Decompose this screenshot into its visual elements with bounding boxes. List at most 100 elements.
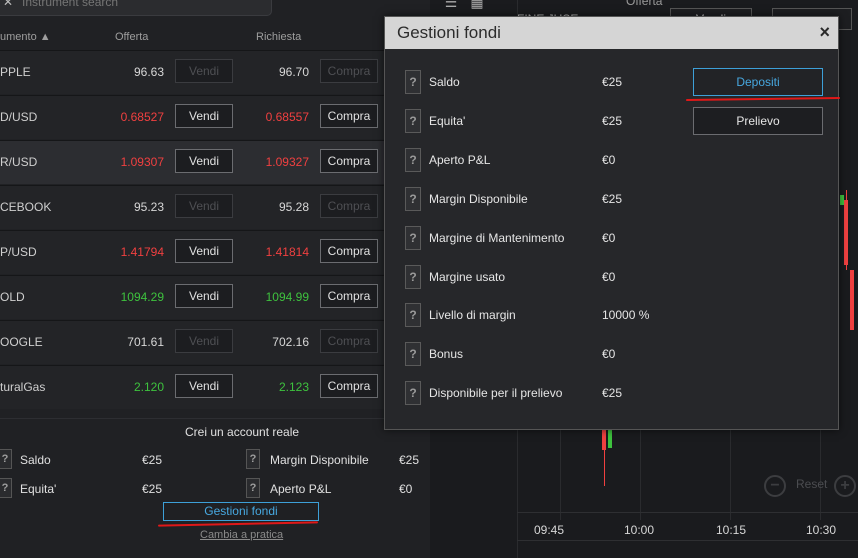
fund-value: €25 [602,75,623,89]
help-icon[interactable]: ? [405,108,421,133]
help-icon[interactable]: ? [405,186,421,211]
dialog-header: Gestioni fondi × [385,17,838,49]
instrument-row[interactable]: PPLE 96.63 Vendi 96.70 Compra [0,50,385,94]
annotation-underline [157,521,319,527]
instrument-row[interactable]: OOGLE 701.61 Vendi 702.16 Compra [0,320,385,364]
instrument-row[interactable]: turalGas 2.120 Vendi 2.123 Compra [0,365,385,409]
dialog-title: Gestioni fondi [397,23,501,42]
grid-view-icon[interactable]: ▦ [466,0,488,12]
sell-button[interactable]: Vendi [175,329,233,353]
fund-row: ? Aperto P&L €0 [405,147,735,172]
buy-button[interactable]: Compra [320,374,378,398]
ask-price: 1094.99 [265,290,309,304]
help-icon[interactable]: ? [405,342,421,367]
sell-button[interactable]: Vendi [175,374,233,398]
instrument-row[interactable]: P/USD 1.41794 Vendi 1.41814 Compra [0,230,385,274]
buy-button[interactable]: Compra [320,149,378,173]
fund-label: Margine usato [429,269,506,284]
funds-dialog: Gestioni fondi × ? Saldo €25? Equita' €25? Ap… [384,16,839,430]
fund-value: €0 [602,347,616,362]
fund-label: Margin Disponibile [429,191,528,206]
gestioni-fondi-button[interactable]: Gestioni fondi [163,502,319,521]
fund-label: Equita' [429,113,466,128]
sell-button[interactable]: Vendi [175,194,233,218]
bid-price: 0.68527 [120,110,164,124]
help-icon[interactable]: ? [405,70,421,94]
sell-button[interactable]: Vendi [175,284,233,308]
fund-row: ? Margine usato €0 [405,264,735,289]
fund-label: Bonus [429,347,464,362]
ask-price: 95.28 [278,200,309,214]
col-request: Richiesta [256,31,302,43]
sell-button[interactable]: Vendi [175,149,233,173]
list-view-icon[interactable]: ☰ [440,0,462,12]
fund-label: Livello di margin [429,308,516,323]
buy-button[interactable]: Compra [320,239,378,263]
col-instrument[interactable]: umento ▲ [0,31,51,43]
sell-button[interactable]: Vendi [175,239,233,263]
instrument-row[interactable]: R/USD 1.09307 Vendi 1.09327 Compra [0,140,385,184]
sell-button[interactable]: Vendi [175,59,233,83]
bid-price: 1.09307 [120,155,164,169]
equita-value: €25 [142,482,163,496]
help-icon[interactable]: ? [246,449,260,469]
help-icon[interactable]: ? [405,225,421,250]
withdraw-button[interactable]: Prelievo [693,107,823,135]
margin-value: €25 [399,453,420,467]
switch-to-practice-link[interactable]: Cambia a pratica [200,529,283,541]
fund-value: €25 [602,191,623,206]
candle [602,430,606,450]
ask-price: 2.123 [278,380,309,394]
help-icon[interactable]: ? [405,264,421,289]
fund-row: ? Disponibile per il prelievo €25 [405,381,735,406]
fund-row: ? Bonus €0 [405,342,735,367]
fund-row: ? Livello di margin 10000 % [405,303,735,328]
deposit-button[interactable]: Depositi [693,68,823,96]
ask-price: 1.41814 [265,245,309,259]
x-tick: 10:00 [624,523,655,537]
help-icon[interactable]: ? [405,147,421,172]
instrument-row[interactable]: OLD 1094.29 Vendi 1094.99 Compra [0,275,385,319]
x-tick: 09:45 [534,523,565,537]
zoom-out-icon[interactable]: − [764,475,786,497]
candle [850,270,854,330]
zoom-in-icon[interactable]: + [834,475,856,497]
help-icon[interactable]: ? [0,449,12,469]
ask-price: 702.16 [272,335,309,349]
fund-value: €0 [602,269,616,284]
buy-button[interactable]: Compra [320,59,378,83]
equita-label: Equita' [20,482,57,496]
chart-top-label: Offerta [626,0,663,8]
help-icon[interactable]: ? [246,478,260,498]
fund-value: 10000 % [602,308,650,323]
instrument-search[interactable]: ✕ [0,0,272,16]
instrument-row[interactable]: D/USD 0.68527 Vendi 0.68557 Compra [0,95,385,139]
search-icon: ✕ [3,0,14,9]
buy-button[interactable]: Compra [320,284,378,308]
buy-button[interactable]: Compra [320,104,378,128]
sell-button[interactable]: Vendi [175,104,233,128]
buy-button[interactable]: Compra [320,194,378,218]
saldo-value: €25 [142,453,163,467]
create-real-account-link[interactable]: Crei un account reale [185,425,299,439]
instrument-name: R/USD [0,155,38,169]
bid-price: 96.63 [133,65,164,79]
buy-button[interactable]: Compra [320,329,378,353]
help-icon[interactable]: ? [405,381,421,406]
fund-value: €25 [602,113,623,128]
help-icon[interactable]: ? [405,303,421,328]
fund-label: Saldo [429,75,460,89]
candle [844,200,848,265]
bid-price: 2.120 [133,380,164,394]
instrument-row[interactable]: CEBOOK 95.23 Vendi 95.28 Compra [0,185,385,229]
fund-label: Margine di Mantenimento [429,230,565,245]
fund-value: €25 [602,386,623,401]
search-input[interactable] [22,0,242,9]
candle [608,430,612,448]
help-icon[interactable]: ? [0,478,12,498]
reset-button[interactable]: Reset [796,477,827,491]
fund-label: Aperto P&L [429,152,491,167]
column-header: umento ▲ Offerta Richiesta [0,27,430,49]
candle [840,195,844,205]
close-icon[interactable]: × [819,23,830,41]
